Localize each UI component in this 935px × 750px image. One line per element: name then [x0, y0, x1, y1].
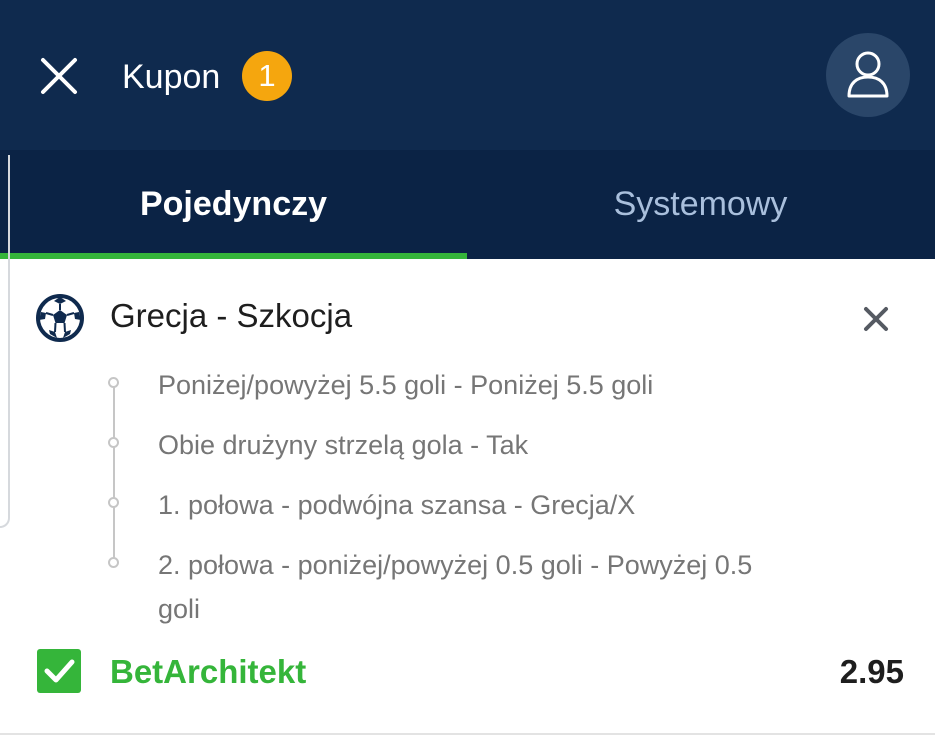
selection-timeline — [113, 383, 115, 565]
selection-item: 2. połowa - poniżej/powyżej 0.5 goli - P… — [158, 550, 753, 624]
timeline-dot — [108, 377, 119, 388]
odds-value: 2.95 — [839, 653, 904, 690]
event-name: Grecja - Szkocja — [110, 297, 353, 334]
close-icon[interactable] — [38, 55, 80, 97]
timeline-dot — [108, 497, 119, 508]
user-account-button[interactable] — [826, 33, 910, 117]
selection-item: Poniżej/powyżej 5.5 goli - Poniżej 5.5 g… — [158, 370, 654, 400]
selection-item: Obie drużyny strzelą gola - Tak — [158, 430, 529, 460]
selection-item: 1. połowa - podwójna szansa - Grecja/X — [158, 490, 636, 520]
timeline-dot — [108, 437, 119, 448]
remove-selection-icon[interactable] — [860, 303, 892, 335]
coupon-title: Kupon — [122, 58, 221, 96]
football-icon — [35, 293, 85, 343]
timeline-dot — [108, 557, 119, 568]
tab-system[interactable]: Systemowy — [467, 150, 934, 259]
event-card: Grecja - Szkocja Poniżej/powyżej 5.5 gol… — [0, 259, 935, 729]
bet-builder-checkbox[interactable] — [37, 649, 81, 693]
bet-type-tabs: Pojedynczy Systemowy — [0, 150, 935, 259]
divider — [0, 733, 935, 735]
coupon-header: Kupon 1 — [0, 0, 935, 150]
selection-count-badge: 1 — [242, 51, 292, 101]
user-icon — [847, 51, 889, 98]
tab-single[interactable]: Pojedynczy — [0, 150, 467, 259]
checkmark-icon — [44, 659, 75, 683]
bet-builder-label: BetArchitekt — [110, 653, 307, 690]
